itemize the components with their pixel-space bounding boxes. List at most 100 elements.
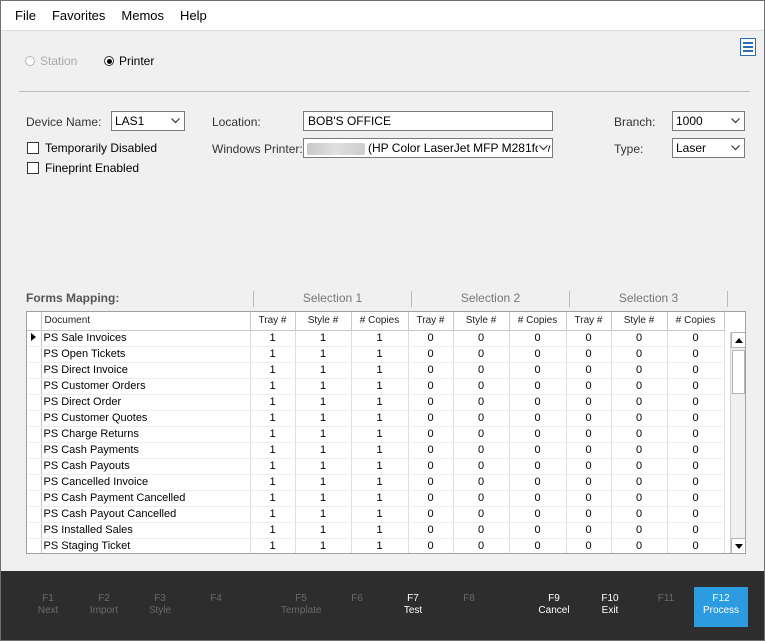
value-cell[interactable]: 0: [611, 410, 668, 427]
scroll-down-icon[interactable]: [731, 538, 745, 553]
document-cell[interactable]: PS Cash Payout Cancelled: [41, 506, 251, 523]
value-cell[interactable]: 0: [667, 426, 725, 443]
table-row[interactable]: PS Open Tickets 1 1 1 0 0 0 0 0 0: [27, 346, 725, 363]
windows-printer-combo[interactable]: (HP Color LaserJet MFP M281fdw: [303, 138, 553, 158]
value-cell[interactable]: 0: [408, 378, 454, 395]
value-cell[interactable]: 0: [453, 442, 510, 459]
document-cell[interactable]: PS Direct Invoice: [41, 362, 251, 379]
row-indicator[interactable]: [27, 506, 42, 523]
value-cell[interactable]: 1: [295, 506, 352, 523]
value-cell[interactable]: 0: [667, 458, 725, 475]
value-cell[interactable]: 0: [611, 378, 668, 395]
value-cell[interactable]: 1: [250, 378, 296, 395]
value-cell[interactable]: 1: [351, 522, 409, 539]
row-indicator[interactable]: [27, 490, 42, 507]
value-cell[interactable]: 0: [566, 378, 612, 395]
value-cell[interactable]: 1: [295, 474, 352, 491]
table-row[interactable]: PS Staging Ticket 1 1 1 0 0 0 0 0 0: [27, 538, 725, 553]
station-radio[interactable]: Station: [25, 54, 77, 68]
row-indicator[interactable]: [27, 378, 42, 395]
value-cell[interactable]: 1: [250, 538, 296, 553]
document-cell[interactable]: PS Open Tickets: [41, 346, 251, 363]
table-row[interactable]: PS Charge Returns 1 1 1 0 0 0 0 0 0: [27, 426, 725, 443]
document-cell[interactable]: PS Customer Quotes: [41, 410, 251, 427]
fkey-f1-button[interactable]: F1 Next: [28, 593, 68, 617]
row-indicator[interactable]: [27, 426, 42, 443]
value-cell[interactable]: 1: [250, 362, 296, 379]
value-cell[interactable]: 0: [611, 426, 668, 443]
fkey-f7-button[interactable]: F7 Test: [393, 593, 433, 617]
fkey-f11-button[interactable]: F11: [646, 593, 686, 605]
value-cell[interactable]: 0: [667, 538, 725, 553]
value-cell[interactable]: 0: [566, 394, 612, 411]
value-cell[interactable]: 0: [453, 474, 510, 491]
document-cell[interactable]: PS Cash Payment Cancelled: [41, 490, 251, 507]
value-cell[interactable]: 0: [453, 346, 510, 363]
row-indicator[interactable]: [27, 442, 42, 459]
scroll-up-icon[interactable]: [731, 332, 745, 348]
value-cell[interactable]: 1: [351, 410, 409, 427]
type-combo[interactable]: Laser: [672, 138, 745, 158]
value-cell[interactable]: 1: [250, 490, 296, 507]
device-name-combo[interactable]: LAS1: [111, 111, 185, 131]
value-cell[interactable]: 0: [408, 490, 454, 507]
value-cell[interactable]: 0: [509, 474, 567, 491]
value-cell[interactable]: 1: [250, 426, 296, 443]
column-header[interactable]: Style #: [611, 312, 668, 331]
value-cell[interactable]: 0: [408, 538, 454, 553]
value-cell[interactable]: 0: [509, 362, 567, 379]
table-row[interactable]: PS Direct Order 1 1 1 0 0 0 0 0 0: [27, 394, 725, 411]
value-cell[interactable]: 1: [250, 442, 296, 459]
value-cell[interactable]: 0: [566, 490, 612, 507]
hamburger-menu-icon[interactable]: [740, 38, 756, 56]
value-cell[interactable]: 0: [667, 346, 725, 363]
menu-help[interactable]: Help: [172, 1, 215, 31]
row-indicator[interactable]: [27, 346, 42, 363]
value-cell[interactable]: 1: [250, 506, 296, 523]
value-cell[interactable]: 0: [408, 442, 454, 459]
value-cell[interactable]: 0: [453, 330, 510, 347]
value-cell[interactable]: 1: [351, 330, 409, 347]
value-cell[interactable]: 0: [509, 522, 567, 539]
row-indicator[interactable]: [27, 458, 42, 475]
value-cell[interactable]: 0: [453, 458, 510, 475]
value-cell[interactable]: 0: [408, 426, 454, 443]
document-cell[interactable]: PS Customer Orders: [41, 378, 251, 395]
location-input[interactable]: BOB'S OFFICE: [303, 111, 553, 131]
value-cell[interactable]: 0: [509, 490, 567, 507]
value-cell[interactable]: 1: [295, 522, 352, 539]
value-cell[interactable]: 1: [351, 538, 409, 553]
value-cell[interactable]: 0: [509, 506, 567, 523]
fkey-f8-button[interactable]: F8: [449, 593, 489, 605]
column-header[interactable]: Style #: [295, 312, 352, 331]
value-cell[interactable]: 0: [566, 506, 612, 523]
value-cell[interactable]: 0: [408, 362, 454, 379]
table-row[interactable]: PS Cash Payment Cancelled 1 1 1 0 0 0 0 0 0: [27, 490, 725, 507]
value-cell[interactable]: 0: [509, 442, 567, 459]
value-cell[interactable]: 0: [408, 458, 454, 475]
value-cell[interactable]: 0: [611, 506, 668, 523]
table-row[interactable]: PS Cash Payouts 1 1 1 0 0 0 0 0 0: [27, 458, 725, 475]
value-cell[interactable]: 0: [453, 378, 510, 395]
document-cell[interactable]: PS Sale Invoices: [41, 330, 251, 347]
row-indicator[interactable]: [27, 538, 42, 553]
value-cell[interactable]: 0: [667, 522, 725, 539]
value-cell[interactable]: 1: [295, 442, 352, 459]
value-cell[interactable]: 0: [611, 346, 668, 363]
value-cell[interactable]: 0: [509, 330, 567, 347]
value-cell[interactable]: 0: [408, 330, 454, 347]
table-row[interactable]: PS Sale Invoices 1 1 1 0 0 0 0 0 0: [27, 330, 725, 347]
value-cell[interactable]: 0: [667, 474, 725, 491]
value-cell[interactable]: 1: [295, 330, 352, 347]
value-cell[interactable]: 1: [250, 330, 296, 347]
menu-favorites[interactable]: Favorites: [44, 1, 113, 31]
table-row[interactable]: PS Direct Invoice 1 1 1 0 0 0 0 0 0: [27, 362, 725, 379]
value-cell[interactable]: 1: [351, 490, 409, 507]
fkey-f6-button[interactable]: F6: [337, 593, 377, 605]
value-cell[interactable]: 1: [250, 346, 296, 363]
value-cell[interactable]: 0: [611, 394, 668, 411]
fkey-f2-button[interactable]: F2 Import: [84, 593, 124, 617]
value-cell[interactable]: 0: [408, 474, 454, 491]
printer-radio[interactable]: Printer: [104, 54, 154, 68]
value-cell[interactable]: 0: [408, 394, 454, 411]
